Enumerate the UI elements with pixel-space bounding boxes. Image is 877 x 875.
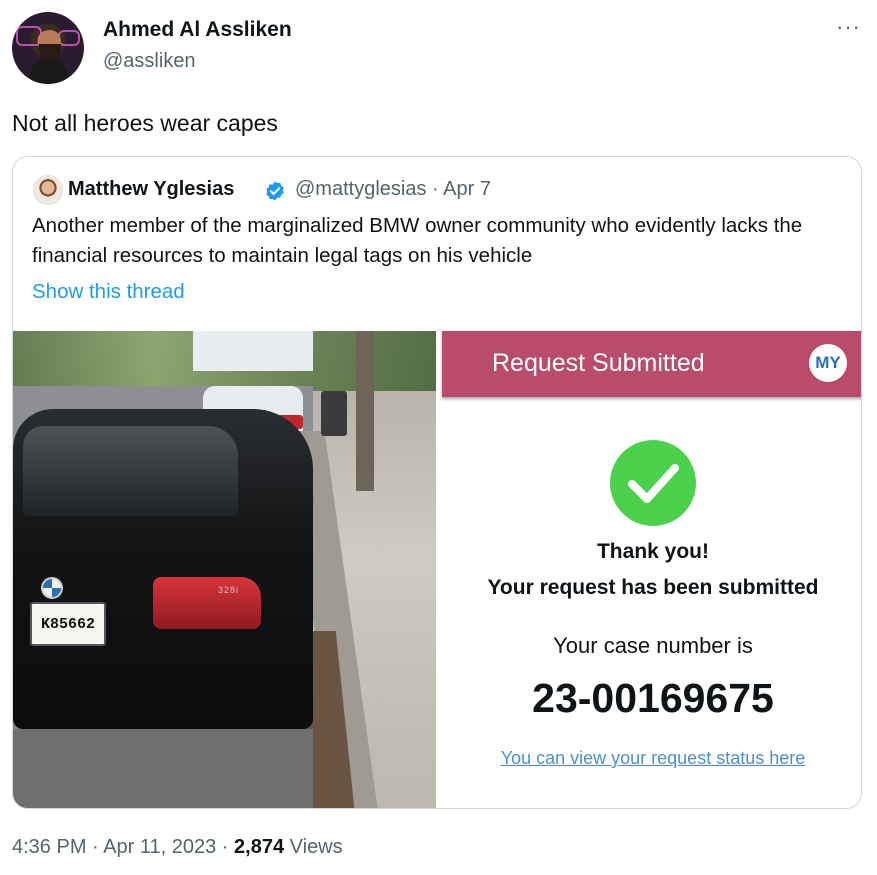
car-photo[interactable]: 328i K85662 — [13, 331, 436, 808]
author-handle[interactable]: @assliken — [103, 50, 196, 73]
case-number-label: Your case number is — [553, 633, 753, 658]
success-check-icon — [610, 440, 696, 526]
quoted-author-handle[interactable]: @mattyglesias — [295, 178, 426, 200]
app-header: Request Submitted MY — [442, 331, 861, 397]
views-count: 2,874 — [234, 836, 285, 858]
request-status-link: You can view your request status here — [500, 748, 806, 768]
photo-bmw-taillight — [153, 577, 261, 629]
tweet-footer: 4:36 PM · Apr 11, 2023 · 2,874 Views — [12, 836, 343, 859]
case-number: 23-00169675 — [532, 675, 774, 721]
quoted-author-name[interactable]: Matthew Yglesias — [68, 178, 234, 201]
footer-separator: · — [92, 836, 99, 858]
footer-separator-2: · — [221, 836, 229, 858]
quoted-meta: @mattyglesias · Apr 7 — [295, 178, 491, 201]
app-header-title: Request Submitted — [492, 349, 705, 377]
quoted-tweet-card[interactable]: Matthew Yglesias @mattyglesias · Apr 7 A… — [12, 156, 862, 809]
photo-rear-window — [23, 426, 238, 516]
photo-model-badge: 328i — [218, 585, 240, 595]
quoted-author-avatar[interactable] — [33, 175, 63, 205]
avatar-body — [30, 58, 68, 84]
bmw-logo-icon — [41, 577, 63, 599]
tweet-time[interactable]: 4:36 PM — [12, 836, 86, 858]
photo-trash-bin — [321, 391, 347, 436]
user-initials-avatar: MY — [809, 344, 847, 382]
meta-separator: · — [432, 178, 439, 200]
photo-sky — [193, 331, 313, 371]
author-avatar[interactable] — [12, 12, 84, 84]
author-name[interactable]: Ahmed Al Assliken — [103, 18, 292, 42]
thank-you-text: Thank you! — [596, 540, 709, 563]
show-thread-link[interactable]: Show this thread — [32, 280, 185, 304]
quoted-date[interactable]: Apr 7 — [443, 178, 491, 200]
license-plate: K85662 — [30, 602, 106, 646]
more-options-icon[interactable]: ··· — [836, 16, 861, 38]
verified-badge-icon — [266, 181, 284, 201]
photo-tree-trunk — [356, 331, 374, 491]
tweet-text: Not all heroes wear capes — [12, 110, 278, 136]
avatar-beard — [39, 44, 61, 60]
quoted-tweet-text: Another member of the marginalized BMW o… — [32, 214, 803, 267]
avatar-neon-decor-2 — [58, 30, 80, 46]
tweet-date[interactable]: Apr 11, 2023 — [103, 836, 216, 858]
submitted-text: Your request has been submitted — [487, 576, 819, 599]
views-label: Views — [289, 836, 343, 858]
request-screenshot[interactable]: Request Submitted MY Thank you! Your req… — [439, 331, 861, 808]
photo-road — [13, 729, 313, 808]
